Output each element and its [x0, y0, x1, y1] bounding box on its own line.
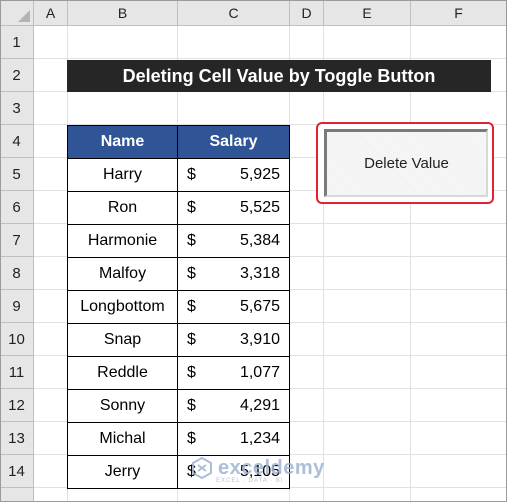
salary-amount: 5,675 — [239, 298, 280, 315]
salary-amount: 5,525 — [239, 199, 280, 216]
salary-cell[interactable]: $4,291 — [177, 389, 290, 423]
salary-cell[interactable]: $5,925 — [177, 158, 290, 192]
row-header-11[interactable]: 11 — [0, 356, 34, 389]
row-header-4[interactable]: 4 — [0, 125, 34, 158]
table-row: Malfoy $3,318 — [67, 257, 290, 291]
column-header-c[interactable]: C — [178, 0, 290, 26]
column-header-e[interactable]: E — [324, 0, 411, 26]
table-row: Longbottom $5,675 — [67, 290, 290, 324]
salary-cell[interactable]: $5,525 — [177, 191, 290, 225]
name-cell[interactable]: Jerry — [67, 455, 178, 489]
salary-amount: 4,291 — [239, 397, 280, 414]
currency-symbol: $ — [187, 298, 196, 315]
delete-value-toggle-button[interactable]: Delete Value — [324, 129, 488, 197]
salary-cell[interactable]: $5,675 — [177, 290, 290, 324]
select-all-corner[interactable] — [0, 0, 34, 26]
salary-cell[interactable]: $3,318 — [177, 257, 290, 291]
row-header-13[interactable]: 13 — [0, 422, 34, 455]
column-header-d[interactable]: D — [290, 0, 324, 26]
row-header-6[interactable]: 6 — [0, 191, 34, 224]
salary-cell[interactable]: $3,910 — [177, 323, 290, 357]
row-header-3[interactable]: 3 — [0, 92, 34, 125]
currency-symbol: $ — [187, 166, 196, 183]
salary-amount: 1,077 — [239, 364, 280, 381]
table-row: Ron $5,525 — [67, 191, 290, 225]
name-cell[interactable]: Malfoy — [67, 257, 178, 291]
currency-symbol: $ — [187, 199, 196, 216]
column-header-b[interactable]: B — [68, 0, 178, 26]
gridline — [323, 26, 324, 502]
row-header-1[interactable]: 1 — [0, 26, 34, 59]
row-header-5[interactable]: 5 — [0, 158, 34, 191]
watermark: exceldemy EXCEL · DATA · BI — [190, 456, 325, 484]
salary-cell[interactable]: $5,384 — [177, 224, 290, 258]
row-header-2[interactable]: 2 — [0, 59, 34, 92]
table-row: Harry $5,925 — [67, 158, 290, 192]
table-header-row: Name Salary — [67, 125, 290, 159]
name-cell[interactable]: Harry — [67, 158, 178, 192]
name-column-header[interactable]: Name — [67, 125, 178, 159]
row-header-7[interactable]: 7 — [0, 224, 34, 257]
gridline — [410, 26, 411, 502]
name-cell[interactable]: Michal — [67, 422, 178, 456]
table-row: Harmonie $5,384 — [67, 224, 290, 258]
name-cell[interactable]: Snap — [67, 323, 178, 357]
name-cell[interactable]: Harmonie — [67, 224, 178, 258]
table-row: Sonny $4,291 — [67, 389, 290, 423]
salary-amount: 5,925 — [239, 166, 280, 183]
salary-column-header[interactable]: Salary — [177, 125, 290, 159]
watermark-tagline: EXCEL · DATA · BI — [216, 478, 284, 484]
salary-table: Name Salary Harry $5,925 Ron $5,525 Harm… — [67, 125, 290, 489]
name-cell[interactable]: Longbottom — [67, 290, 178, 324]
sheet-title[interactable]: Deleting Cell Value by Toggle Button — [67, 60, 491, 92]
column-header-a[interactable]: A — [34, 0, 68, 26]
row-header-9[interactable]: 9 — [0, 290, 34, 323]
table-row: Michal $1,234 — [67, 422, 290, 456]
currency-symbol: $ — [187, 265, 196, 282]
currency-symbol: $ — [187, 331, 196, 348]
watermark-brand: exceldemy — [218, 456, 325, 479]
salary-cell[interactable]: $1,077 — [177, 356, 290, 390]
row-header-10[interactable]: 10 — [0, 323, 34, 356]
currency-symbol: $ — [187, 430, 196, 447]
salary-amount: 5,384 — [239, 232, 280, 249]
name-cell[interactable]: Sonny — [67, 389, 178, 423]
currency-symbol: $ — [187, 232, 196, 249]
toggle-button-highlight: Delete Value — [316, 122, 494, 204]
spreadsheet-grid: A B C D E F 1 2 3 4 5 6 7 8 9 10 11 12 1… — [0, 0, 507, 502]
currency-symbol: $ — [187, 364, 196, 381]
row-header-15-partial — [0, 488, 34, 502]
row-header-14[interactable]: 14 — [0, 455, 34, 488]
salary-amount: 3,318 — [239, 265, 280, 282]
salary-cell[interactable]: $1,234 — [177, 422, 290, 456]
column-header-f[interactable]: F — [411, 0, 507, 26]
gridline — [34, 58, 507, 59]
exceldemy-logo-icon — [192, 456, 212, 480]
select-all-triangle-icon — [18, 10, 30, 22]
name-cell[interactable]: Ron — [67, 191, 178, 225]
row-header-12[interactable]: 12 — [0, 389, 34, 422]
row-header-8[interactable]: 8 — [0, 257, 34, 290]
currency-symbol: $ — [187, 397, 196, 414]
name-cell[interactable]: Reddle — [67, 356, 178, 390]
salary-amount: 1,234 — [239, 430, 280, 447]
table-row: Reddle $1,077 — [67, 356, 290, 390]
table-row: Snap $3,910 — [67, 323, 290, 357]
salary-amount: 3,910 — [239, 331, 280, 348]
